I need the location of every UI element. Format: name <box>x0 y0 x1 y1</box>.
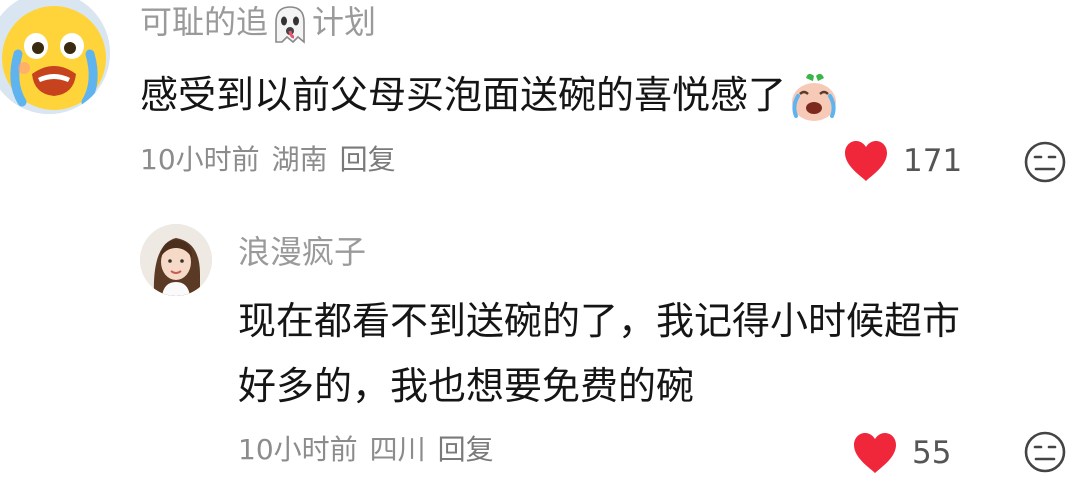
sad-face-icon <box>1024 141 1066 183</box>
timestamp: 10小时前 <box>238 433 358 466</box>
username[interactable]: 可耻的追 计划 <box>140 2 376 44</box>
comment-text-line-1: 现在都看不到送碗的了，我记得小时候超市 <box>238 299 961 343</box>
like-count: 55 <box>912 435 952 471</box>
location: 湖南 <box>271 143 328 176</box>
comment-meta: 10小时前 湖南 回复 <box>140 142 408 178</box>
heart-icon <box>845 141 887 181</box>
sad-face-icon <box>1024 431 1066 473</box>
timestamp: 10小时前 <box>140 143 260 176</box>
comment-text: 感受到以前父母买泡面送碗的喜悦感了 <box>140 70 840 124</box>
location: 四川 <box>369 433 426 466</box>
avatar[interactable] <box>0 0 110 114</box>
ghost-icon <box>275 6 305 44</box>
reply-button[interactable]: 回复 <box>340 143 396 176</box>
avatar[interactable] <box>140 224 212 296</box>
reply-button[interactable]: 回复 <box>438 433 494 466</box>
crying-face-avatar-icon <box>0 0 110 114</box>
comment-text-line-2: 好多的，我也想要免费的碗 <box>238 364 695 408</box>
heart-icon <box>854 433 896 473</box>
crying-face-icon <box>792 73 837 121</box>
like-button[interactable]: 171 <box>843 140 962 182</box>
woman-portrait-icon <box>140 224 212 296</box>
like-button[interactable]: 55 <box>852 432 951 474</box>
username[interactable]: 浪漫疯子 <box>238 232 366 272</box>
dislike-button[interactable] <box>1023 430 1067 474</box>
like-count: 171 <box>903 143 963 179</box>
dislike-button[interactable] <box>1023 140 1067 184</box>
comment-meta: 10小时前 四川 回复 <box>238 432 506 468</box>
